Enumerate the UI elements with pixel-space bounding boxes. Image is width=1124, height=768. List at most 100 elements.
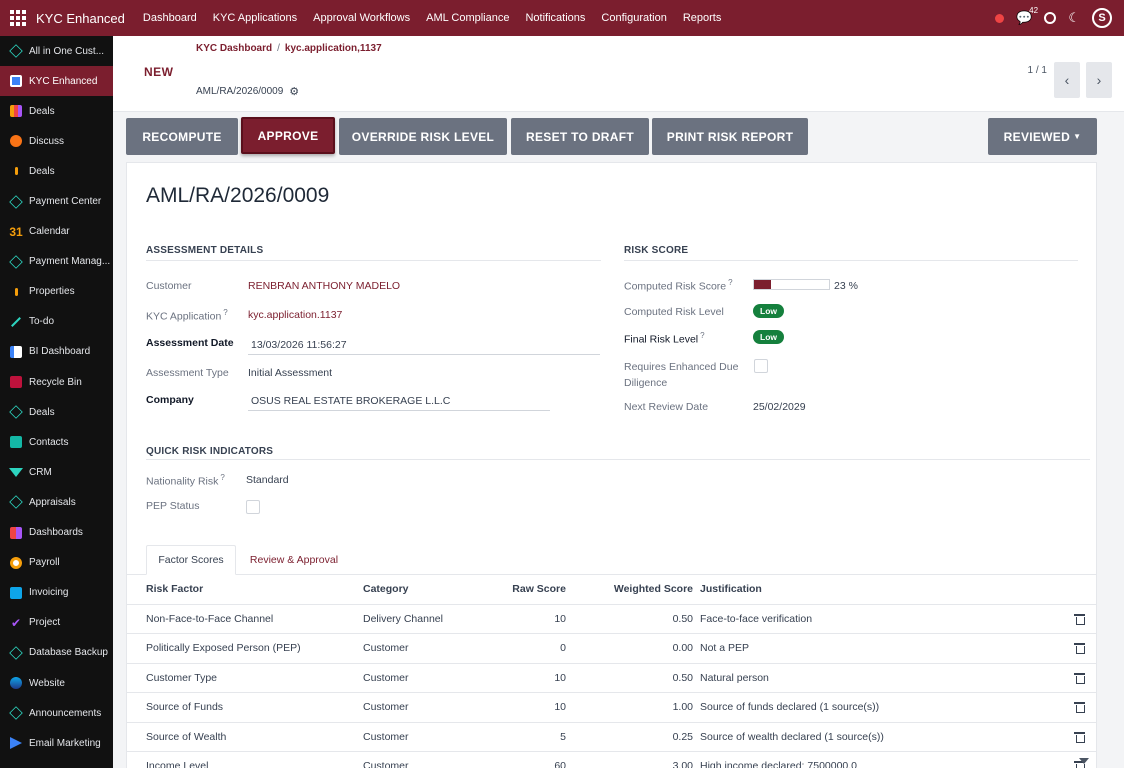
trash-icon[interactable] — [1074, 672, 1085, 684]
help-icon[interactable]: ? — [700, 331, 704, 340]
override-risk-level-button[interactable]: OVERRIDE RISK LEVEL — [339, 118, 507, 155]
menu-approval-workflows[interactable]: Approval Workflows — [305, 0, 418, 36]
trash-icon[interactable] — [1074, 613, 1085, 625]
sidebar-item-todo[interactable]: To-do — [0, 307, 113, 337]
invoicing-icon — [9, 586, 23, 600]
sidebar-item-properties[interactable]: Properties — [0, 277, 113, 307]
sidebar-item-contacts[interactable]: Contacts — [0, 427, 113, 457]
menu-kyc-applications[interactable]: KYC Applications — [205, 0, 305, 36]
approve-button[interactable]: APPROVE — [241, 117, 335, 154]
apps-menu-icon[interactable] — [0, 0, 36, 36]
help-icon[interactable]: ? — [728, 278, 732, 287]
trash-icon[interactable] — [1074, 731, 1085, 743]
discuss-icon — [9, 134, 23, 148]
sidebar-item-bi-dashboard[interactable]: BI Dashboard — [0, 337, 113, 367]
assessment-date-field[interactable]: 13/03/2026 11:56:27 — [248, 339, 600, 355]
sidebar-item-payroll[interactable]: Payroll — [0, 548, 113, 578]
cell-weighted-score: 0.50 — [672, 612, 693, 625]
table-row[interactable]: Income Level Customer 60 3.00 High income de… — [127, 752, 1096, 768]
tab-review-approval[interactable]: Review & Approval — [240, 545, 348, 575]
top-navbar: KYC Enhanced Dashboard KYC Applications … — [0, 0, 1124, 36]
requires-edd-label-line2: Diligence — [624, 377, 668, 389]
pager-next-button[interactable]: › — [1086, 62, 1112, 98]
column-header-category[interactable]: Category — [363, 575, 409, 605]
sidebar-item-deals-3[interactable]: Deals — [0, 397, 113, 427]
sidebar-item-email-marketing[interactable]: Email Marketing — [0, 728, 113, 758]
column-header-justification[interactable]: Justification — [700, 575, 762, 605]
clock-icon[interactable] — [1044, 12, 1057, 24]
sidebar-item-appraisals[interactable]: Appraisals — [0, 487, 113, 517]
app-brand[interactable]: KYC Enhanced — [36, 11, 125, 26]
print-risk-report-button[interactable]: PRINT RISK REPORT — [652, 118, 808, 155]
assessment-type-field[interactable]: Initial Assessment — [248, 367, 332, 379]
menu-aml-compliance[interactable]: AML Compliance — [418, 0, 517, 36]
assessment-type-label: Assessment Type — [146, 367, 229, 379]
table-row[interactable]: Non-Face-to-Face Channel Delivery Channel… — [127, 605, 1096, 634]
status-dot-icon[interactable] — [995, 13, 1005, 23]
menu-notifications[interactable]: Notifications — [517, 0, 593, 36]
user-avatar[interactable]: S — [1092, 8, 1112, 28]
nationality-risk-field[interactable]: Standard — [246, 474, 289, 486]
trash-icon[interactable] — [1074, 643, 1085, 654]
menu-configuration[interactable]: Configuration — [593, 0, 674, 36]
breadcrumb-current[interactable]: kyc.application,1137 — [285, 43, 382, 54]
sidebar-item-payment-center[interactable]: Payment Center — [0, 186, 113, 216]
kyc-application-label: KYC Application? — [146, 308, 228, 323]
dark-mode-icon[interactable]: ☾ — [1068, 10, 1080, 26]
breadcrumb-root[interactable]: KYC Dashboard — [196, 43, 272, 54]
table-row[interactable]: Customer Type Customer 10 0.50 Natural perso… — [127, 664, 1096, 693]
table-row[interactable]: Source of Funds Customer 10 1.00 Source of f… — [127, 693, 1096, 723]
reset-to-draft-button[interactable]: RESET TO DRAFT — [511, 118, 649, 155]
sidebar-item-crm[interactable]: CRM — [0, 457, 113, 487]
customer-field[interactable]: RENBRAN ANTHONY MADELO — [248, 280, 400, 292]
sidebar-item-payment-management[interactable]: Payment Manag... — [0, 247, 113, 277]
sidebar-item-dashboards[interactable]: Dashboards — [0, 518, 113, 548]
scroll-down-arrow-icon[interactable] — [1079, 758, 1089, 764]
table-row[interactable]: Politically Exposed Person (PEP) Customer… — [127, 634, 1096, 664]
tab-factor-scores[interactable]: Factor Scores — [146, 545, 236, 575]
column-header-risk-factor[interactable]: Risk Factor — [146, 575, 203, 605]
status-label: REVIEWED — [1003, 129, 1071, 144]
help-icon[interactable]: ? — [220, 473, 224, 482]
sidebar-item-label: Website — [29, 677, 65, 689]
column-header-raw-score[interactable]: Raw Score — [487, 575, 566, 605]
sidebar-item-deals[interactable]: Deals — [0, 96, 113, 126]
column-header-weighted-score[interactable]: Weighted Score — [587, 575, 693, 605]
sidebar-item-calendar[interactable]: 31 Calendar — [0, 217, 113, 247]
pager-previous-button[interactable]: ‹ — [1054, 62, 1080, 98]
chat-icon[interactable]: 💬 42 — [1016, 6, 1038, 26]
sidebar-item-label: Project — [29, 617, 61, 629]
computed-risk-level-label: Computed Risk Level — [624, 306, 724, 318]
table-row[interactable]: Source of Wealth Customer 5 0.25 Source of w… — [127, 723, 1096, 752]
recompute-button[interactable]: RECOMPUTE — [126, 118, 238, 155]
trash-icon[interactable] — [1074, 702, 1085, 713]
risk-score-percent: 23 % — [834, 280, 858, 292]
pager-value[interactable]: 1 / 1 — [1028, 65, 1047, 76]
help-icon[interactable]: ? — [223, 308, 227, 317]
gear-icon[interactable]: ⚙ — [289, 85, 299, 98]
kyc-application-field[interactable]: kyc.application.1137 — [248, 309, 342, 321]
menu-reports[interactable]: Reports — [675, 0, 730, 36]
sidebar-item-deals-2[interactable]: Deals — [0, 156, 113, 186]
pep-status-checkbox[interactable] — [246, 500, 260, 514]
record-name: AML/RA/2026/0009 — [196, 86, 284, 97]
sidebar-item-website[interactable]: Website — [0, 668, 113, 698]
sidebar-item-discuss[interactable]: Discuss — [0, 126, 113, 156]
sidebar-item-project[interactable]: ✔ Project — [0, 608, 113, 638]
status-dropdown-button[interactable]: REVIEWED ▼ — [988, 118, 1097, 155]
sidebar-item-announcements[interactable]: Announcements — [0, 698, 113, 728]
next-review-date-field[interactable]: 25/02/2029 — [753, 401, 806, 413]
sidebar-item-kyc-enhanced[interactable]: KYC Enhanced — [0, 66, 113, 97]
requires-edd-checkbox[interactable] — [754, 359, 768, 373]
sidebar-item-invoicing[interactable]: Invoicing — [0, 578, 113, 608]
sidebar-item-label: Contacts — [29, 436, 69, 448]
sidebar-item-recycle-bin[interactable]: Recycle Bin — [0, 367, 113, 397]
menu-dashboard[interactable]: Dashboard — [135, 0, 205, 36]
new-record-button[interactable]: NEW — [144, 65, 174, 79]
final-risk-level-badge[interactable]: Low — [753, 330, 784, 344]
sidebar-item-database-backup[interactable]: Database Backup — [0, 638, 113, 668]
sidebar-item-all-in-one[interactable]: All in One Cust... — [0, 36, 113, 66]
cube-icon — [9, 44, 23, 58]
company-field[interactable]: OSUS REAL ESTATE BROKERAGE L.L.C — [248, 395, 550, 411]
sidebar-item-label: Payment Manag... — [29, 256, 111, 268]
